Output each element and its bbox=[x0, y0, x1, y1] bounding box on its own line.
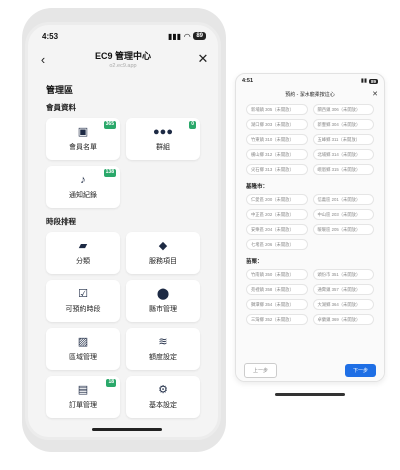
battery-icon: 89 bbox=[193, 32, 206, 40]
area-option[interactable]: 北埔鄉 314（未開放） bbox=[312, 149, 374, 160]
card-quota-settings[interactable]: ≋ 額度設定 bbox=[126, 328, 200, 370]
area-option[interactable]: 竹南鎮 350（未開放） bbox=[246, 269, 308, 280]
card-area-management[interactable]: ▨ 區域管理 bbox=[46, 328, 120, 370]
folder-icon: ▰ bbox=[78, 239, 88, 252]
close-icon[interactable]: ✕ bbox=[372, 90, 378, 98]
area-option[interactable]: 湖口鄉 303（未開放） bbox=[246, 119, 308, 130]
secondary-phone-screen: 4:51 ▮▮ 89 預約 - 潔水龍柔按這心 ✕ 新埔鎮 305（未開放） 關… bbox=[235, 73, 385, 382]
home-indicator bbox=[275, 393, 345, 396]
modal-header: 預約 - 潔水龍柔按這心 ✕ bbox=[236, 88, 384, 100]
area-option[interactable]: 通霄鎮 357（未開放） bbox=[312, 284, 374, 295]
region-heading: 苗栗： bbox=[246, 259, 263, 265]
card-label: 分類 bbox=[76, 257, 90, 265]
count-badge: 138 bbox=[103, 169, 116, 177]
card-notification-log[interactable]: 138 ♪ 通知紀錄 bbox=[46, 166, 120, 208]
card-category[interactable]: ▰ 分類 bbox=[46, 232, 120, 274]
box-icon: ◆ bbox=[158, 239, 168, 252]
members-grid: 365 ▣ 會員名單 0 ●●● 群組 138 ♪ 通知紀錄 bbox=[46, 118, 200, 208]
battery-icon: 89 bbox=[368, 78, 378, 84]
users-icon: ●●● bbox=[153, 125, 173, 138]
area-option[interactable]: 五峰鄉 311（未開放） bbox=[312, 134, 374, 145]
gear-icon: ⚙ bbox=[158, 383, 168, 396]
map-pin-icon: ⬤ bbox=[156, 287, 170, 300]
page-url: o2.ec9.app bbox=[109, 63, 137, 69]
area-option[interactable]: 安樂區 204（未開放） bbox=[246, 224, 308, 235]
status-time: 4:51 bbox=[242, 78, 254, 84]
card-label: 區域管理 bbox=[69, 353, 97, 361]
modal-title: 預約 - 潔水龍柔按這心 bbox=[285, 91, 335, 98]
card-label: 通知紀錄 bbox=[69, 191, 97, 199]
area-option[interactable]: 尖石鄉 313（未開放） bbox=[246, 164, 308, 175]
card-label: 服務項目 bbox=[149, 257, 177, 265]
count-badge: 0 bbox=[189, 121, 196, 129]
area-option[interactable]: 竹東鎮 310（未開放） bbox=[246, 134, 308, 145]
card-label: 會員名單 bbox=[69, 143, 97, 151]
card-basic-settings[interactable]: ⚙ 基本設定 bbox=[126, 376, 200, 418]
previous-step-button[interactable]: 上一步 bbox=[244, 362, 278, 378]
signal-icon: ▮▮▮ bbox=[167, 31, 182, 41]
home-indicator bbox=[92, 428, 162, 431]
card-label: 額度設定 bbox=[149, 353, 177, 361]
layers-icon: ≋ bbox=[158, 335, 168, 348]
contacts-icon: ▣ bbox=[77, 125, 89, 138]
count-badge: 365 bbox=[103, 121, 116, 129]
area-option[interactable]: 新豐鄉 304（未開放） bbox=[312, 119, 374, 130]
area-option[interactable]: 頭份市 351（未開放） bbox=[312, 269, 374, 280]
close-icon[interactable]: ✕ bbox=[196, 51, 210, 67]
main-content: 管理區 會員資料 365 ▣ 會員名單 0 ●●● 群組 138 ♪ 通知紀錄 … bbox=[28, 73, 218, 418]
status-bar: 4:51 ▮▮ 89 bbox=[236, 74, 384, 88]
schedule-grid: ▰ 分類 ◆ 服務項目 ☑ 可預約時段 ⬤ 縣市管理 ▨ 區域管理 ≋ 額度設定 bbox=[46, 232, 200, 418]
area-option[interactable]: 中正區 202（未開放） bbox=[246, 209, 308, 220]
members-group-title: 會員資料 bbox=[46, 103, 76, 112]
status-bar: 4:53 ▮▮▮ ◠ 89 bbox=[28, 25, 218, 47]
schedule-group-title: 時段排程 bbox=[46, 217, 76, 226]
area-option[interactable]: 中山區 203（未開放） bbox=[312, 209, 374, 220]
back-icon[interactable]: ‹ bbox=[36, 52, 50, 67]
section-title: 管理區 bbox=[46, 85, 74, 95]
card-available-slots[interactable]: ☑ 可預約時段 bbox=[46, 280, 120, 322]
area-option[interactable]: 大湖鄉 364（未開放） bbox=[312, 299, 374, 310]
page-title: EC9 管理中心 bbox=[94, 51, 151, 61]
calendar-check-icon: ☑ bbox=[78, 287, 88, 300]
signal-icon: ▮▮ bbox=[360, 78, 367, 84]
area-option[interactable]: 信義區 201（未開放） bbox=[312, 194, 374, 205]
status-time: 4:53 bbox=[42, 31, 59, 41]
card-label: 縣市管理 bbox=[149, 305, 177, 313]
card-groups[interactable]: 0 ●●● 群組 bbox=[126, 118, 200, 160]
modal-footer: 上一步 下一步 bbox=[236, 359, 384, 381]
area-option[interactable]: 關西鎮 306（未開放） bbox=[312, 104, 374, 115]
area-option[interactable]: 三灣鄉 352（未開放） bbox=[246, 314, 308, 325]
bell-icon: ♪ bbox=[80, 173, 86, 186]
area-option[interactable]: 新埔鎮 305（未開放） bbox=[246, 104, 308, 115]
area-option[interactable]: 七堵區 206（未開放） bbox=[246, 239, 308, 250]
card-label: 基本設定 bbox=[149, 401, 177, 409]
card-city-management[interactable]: ⬤ 縣市管理 bbox=[126, 280, 200, 322]
card-label: 訂單管理 bbox=[69, 401, 97, 409]
card-service-items[interactable]: ◆ 服務項目 bbox=[126, 232, 200, 274]
area-option[interactable]: 峨眉鄉 315（未開放） bbox=[312, 164, 374, 175]
next-step-button[interactable]: 下一步 bbox=[344, 363, 376, 377]
card-order-management[interactable]: 18 ▤ 訂單管理 bbox=[46, 376, 120, 418]
card-label: 群組 bbox=[156, 143, 170, 151]
area-option[interactable]: 獅潭鄉 354（未開放） bbox=[246, 299, 308, 310]
receipt-icon: ▤ bbox=[77, 383, 89, 396]
region-heading: 基隆市： bbox=[246, 184, 269, 190]
area-option[interactable]: 暖暖區 205（未開放） bbox=[312, 224, 374, 235]
area-option[interactable]: 仁愛區 200（未開放） bbox=[246, 194, 308, 205]
area-option[interactable]: 苑裡鎮 358（未開放） bbox=[246, 284, 308, 295]
app-header: ‹ EC9 管理中心 o2.ec9.app ✕ bbox=[28, 47, 218, 73]
main-phone-screen: 4:53 ▮▮▮ ◠ 89 ‹ EC9 管理中心 o2.ec9.app ✕ 管理… bbox=[25, 22, 221, 440]
card-member-list[interactable]: 365 ▣ 會員名單 bbox=[46, 118, 120, 160]
area-option[interactable]: 橫山鄉 312（未開放） bbox=[246, 149, 308, 160]
count-badge: 18 bbox=[106, 379, 116, 387]
card-label: 可預約時段 bbox=[65, 305, 101, 313]
wifi-icon: ◠ bbox=[184, 31, 191, 41]
area-option[interactable]: 卓蘭鎮 369（未開放） bbox=[312, 314, 374, 325]
area-list: 新埔鎮 305（未開放） 關西鎮 306（未開放） 湖口鄉 303（未開放） 新… bbox=[236, 100, 384, 325]
map-icon: ▨ bbox=[77, 335, 89, 348]
